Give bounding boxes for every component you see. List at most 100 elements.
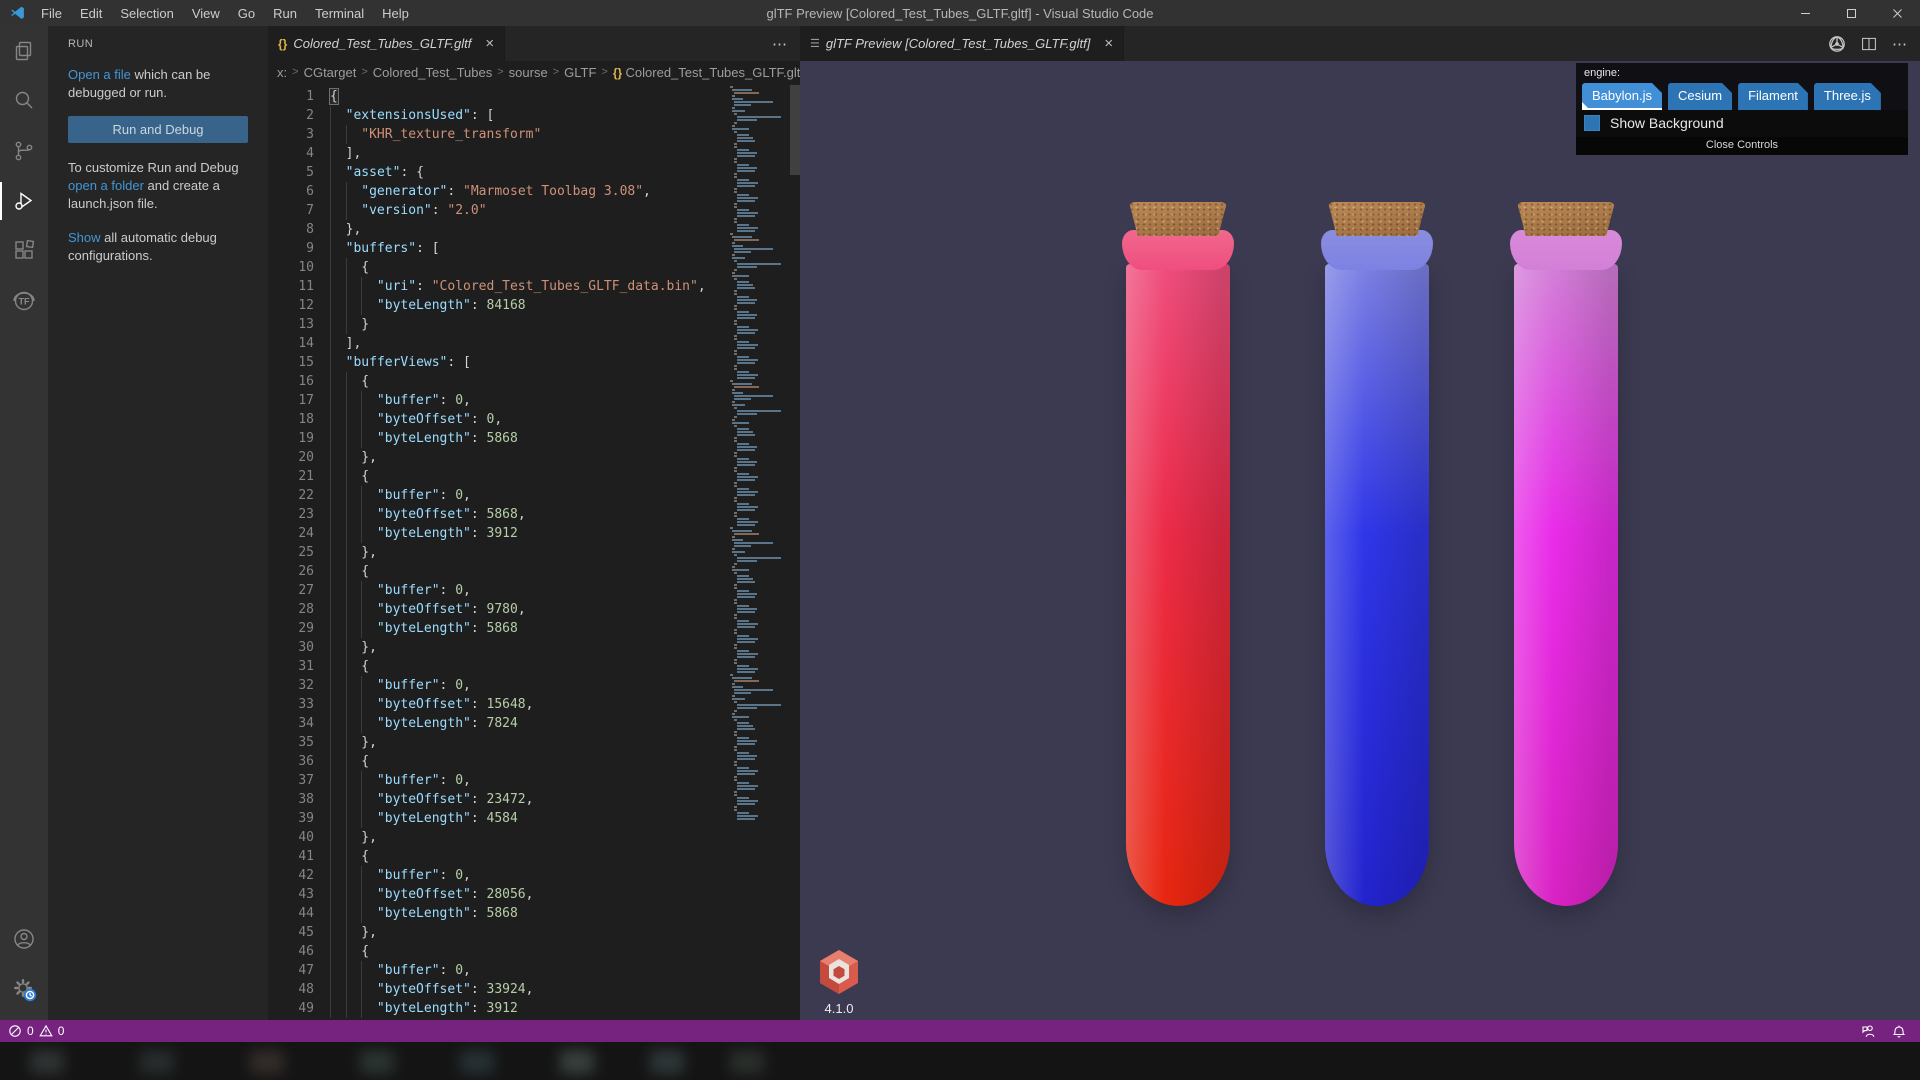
code-line: 32 "buffer": 0, <box>298 678 471 693</box>
code-line: 35 }, <box>298 735 377 750</box>
extensions-icon <box>15 239 35 259</box>
code-line: 41 { <box>298 849 370 864</box>
breadcrumb-item[interactable]: {} Colored_Test_Tubes_GLTF.gltf <box>613 65 800 80</box>
menu-item-edit[interactable]: Edit <box>71 6 111 21</box>
tube-neck <box>1122 230 1234 270</box>
sidebar-item-search[interactable] <box>0 76 48 126</box>
show-configs-text: Show all automatic debug configurations. <box>68 230 217 263</box>
sidebar-item-extensions[interactable] <box>0 226 48 276</box>
close-controls-button[interactable]: Close Controls <box>1576 137 1908 155</box>
search-icon <box>15 91 33 109</box>
code-line: 42 "buffer": 0, <box>298 868 471 883</box>
editor-group-preview: ☰ glTF Preview [Colored_Test_Tubes_GLTF.… <box>800 26 1920 1020</box>
code-line: 31 { <box>298 659 370 674</box>
files-icon <box>15 41 32 61</box>
code-line: 19 "byteLength": 5868 <box>298 431 518 446</box>
menu-item-selection[interactable]: Selection <box>111 6 182 21</box>
preview-tab-bar: ☰ glTF Preview [Colored_Test_Tubes_GLTF.… <box>800 26 1920 61</box>
close-button[interactable] <box>1874 0 1920 26</box>
tab-label: Colored_Test_Tubes_GLTF.gltf <box>293 36 472 51</box>
accounts-button[interactable] <box>0 914 48 964</box>
sidebar-heading: RUN <box>68 38 94 50</box>
minimap[interactable] <box>730 86 788 821</box>
cork <box>1517 202 1615 236</box>
code-line: 12 "byteLength": 84168 <box>298 298 526 313</box>
activity-bar: TF <box>0 26 48 1020</box>
test-tube-blue <box>1321 202 1433 906</box>
code-line: 37 "buffer": 0, <box>298 773 471 788</box>
status-bar: 0 0 <box>0 1020 1920 1042</box>
code-line: 4 ], <box>306 146 362 161</box>
code-line: 34 "byteLength": 7824 <box>298 716 518 731</box>
engine-buttons: Babylon.js Cesium Filament Three.js <box>1582 83 1902 110</box>
code-line: 15 "bufferViews": [ <box>298 355 471 370</box>
sidebar-item-explorer[interactable] <box>0 26 48 76</box>
scrollbar-thumb[interactable] <box>790 85 800 175</box>
menu-item-run[interactable]: Run <box>264 6 306 21</box>
code-content: 1{ 2 "extensionsUsed": [ 3 "KHR_texture_tr… <box>268 87 706 1018</box>
menu-item-view[interactable]: View <box>183 6 229 21</box>
tab-gltf-file[interactable]: {} Colored_Test_Tubes_GLTF.gltf × <box>268 26 506 61</box>
code-line: 6 "generator": "Marmoset Toolbag 3.08", <box>306 184 651 199</box>
notifications-bell-icon[interactable] <box>1892 1024 1906 1039</box>
preview-tab-close-icon[interactable]: × <box>1104 36 1113 51</box>
show-background-checkbox[interactable] <box>1584 115 1600 131</box>
code-line: 10 { <box>298 260 370 275</box>
sidebar-item-source-control[interactable] <box>0 126 48 176</box>
show-link[interactable]: Show <box>68 230 101 245</box>
engine-version: 4.1.0 <box>824 1001 854 1016</box>
show-background-label: Show Background <box>1610 115 1724 131</box>
more-actions-icon[interactable]: ⋯ <box>772 35 787 53</box>
gltf-inspector-wheel-icon[interactable] <box>1828 35 1846 53</box>
menu-item-file[interactable]: File <box>32 6 71 21</box>
preview-tab-label: glTF Preview [Colored_Test_Tubes_GLTF.gl… <box>825 36 1091 51</box>
code-line: 46 { <box>298 944 370 959</box>
code-line: 47 "buffer": 0, <box>298 963 471 978</box>
sidebar-item-run-and-debug[interactable] <box>0 176 48 226</box>
maximize-button[interactable] <box>1828 0 1874 26</box>
minimize-button[interactable] <box>1782 0 1828 26</box>
customize-text: To customize Run and Debug open a folder… <box>68 160 239 211</box>
vscode-logo-icon <box>11 6 24 19</box>
engine-button-filament[interactable]: Filament <box>1738 83 1808 110</box>
code-line: 22 "buffer": 0, <box>298 488 471 503</box>
babylon-badge: 4.1.0 <box>814 949 864 1016</box>
tab-close-icon[interactable]: × <box>485 36 494 51</box>
split-editor-icon[interactable] <box>1861 36 1877 52</box>
breadcrumb-item[interactable]: sourse <box>509 65 548 80</box>
settings-button[interactable] <box>0 964 48 1014</box>
test-tube-magenta <box>1510 202 1622 906</box>
code-line: 1{ <box>306 88 339 105</box>
menu-item-go[interactable]: Go <box>229 6 264 21</box>
breadcrumb-item[interactable]: Colored_Test_Tubes <box>373 65 492 80</box>
gltf-preview-canvas[interactable]: engine: Babylon.js Cesium Filament Three.js… <box>800 61 1920 1020</box>
open-a-file-link[interactable]: Open a file <box>68 67 131 82</box>
open-a-folder-link[interactable]: open a folder <box>68 178 144 193</box>
window-controls <box>1782 0 1920 26</box>
engine-button-cesium[interactable]: Cesium <box>1668 83 1732 110</box>
breadcrumb-item[interactable]: x: <box>277 65 287 80</box>
code-editor[interactable]: 1{ 2 "extensionsUsed": [ 3 "KHR_texture_tr… <box>268 83 800 1020</box>
cork <box>1328 202 1426 236</box>
chevron-right-icon: > <box>292 66 299 78</box>
code-line: 3 "KHR_texture_transform" <box>306 127 542 142</box>
svg-text:TF: TF <box>19 296 30 306</box>
preview-more-actions-icon[interactable]: ⋯ <box>1892 35 1907 53</box>
code-line: 13 } <box>298 317 370 332</box>
engine-button-babylonjs[interactable]: Babylon.js <box>1582 83 1662 110</box>
preview-list-icon: ☰ <box>810 38 820 50</box>
sidebar-item-gltf-tools[interactable]: TF <box>0 276 48 326</box>
json-braces-icon: {} <box>612 65 626 80</box>
breadcrumb-item[interactable]: GLTF <box>564 65 596 80</box>
breadcrumb-item[interactable]: CGtarget <box>304 65 357 80</box>
code-line: 44 "byteLength": 5868 <box>298 906 518 921</box>
menu-item-help[interactable]: Help <box>373 6 418 21</box>
code-line: 2 "extensionsUsed": [ <box>306 108 495 123</box>
error-count: 0 <box>27 1024 34 1038</box>
menu-item-terminal[interactable]: Terminal <box>306 6 373 21</box>
engine-button-threejs[interactable]: Three.js <box>1814 83 1881 110</box>
problems-status[interactable]: 0 0 <box>0 1024 64 1038</box>
run-and-debug-button[interactable]: Run and Debug <box>68 116 248 143</box>
feedback-icon[interactable] <box>1861 1024 1876 1039</box>
tab-gltf-preview[interactable]: ☰ glTF Preview [Colored_Test_Tubes_GLTF.… <box>800 26 1125 61</box>
